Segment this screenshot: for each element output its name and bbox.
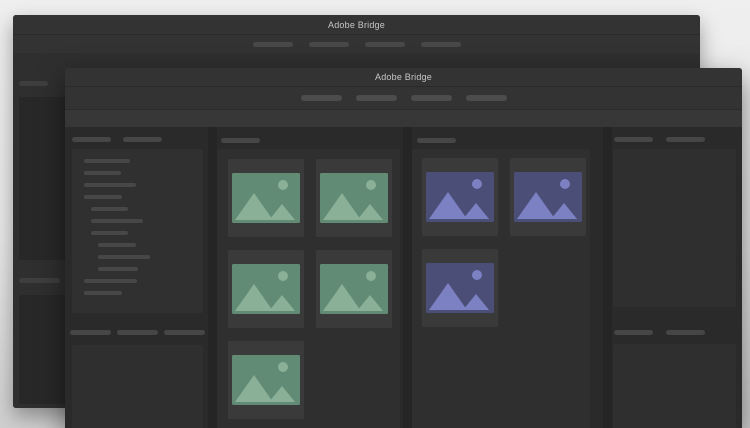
- image-placeholder-icon: [232, 355, 300, 405]
- thumbnail-card[interactable]: [422, 158, 498, 236]
- placeholder-pill[interactable]: [410, 95, 452, 101]
- right-top-panel: [613, 149, 736, 307]
- placeholder-pill[interactable]: [355, 95, 397, 101]
- front-window-title: Adobe Bridge: [375, 72, 432, 82]
- thumbnail-card[interactable]: [422, 249, 498, 327]
- folder-tree-item[interactable]: [98, 243, 136, 247]
- thumbnail-card[interactable]: [228, 250, 304, 328]
- thumbnail-card[interactable]: [228, 341, 304, 419]
- folder-tree-item[interactable]: [91, 231, 128, 235]
- placeholder-pill[interactable]: [420, 41, 461, 47]
- folder-tree-item[interactable]: [84, 279, 137, 283]
- left-bottom-panel: [72, 345, 203, 428]
- right-panel-tabs: [614, 137, 705, 142]
- thumbnail-grid-panel-purple: [412, 149, 590, 428]
- back-window-titlebar[interactable]: Adobe Bridge: [13, 15, 700, 35]
- placeholder-pill[interactable]: [164, 330, 205, 335]
- folder-tree-item[interactable]: [98, 255, 150, 259]
- thumbnail-card[interactable]: [316, 250, 392, 328]
- folder-tree-item[interactable]: [91, 219, 143, 223]
- folder-tree-panel: [72, 149, 203, 313]
- panel-divider[interactable]: [403, 127, 412, 428]
- desktop-background: { "back_window": { "title": "Adobe Bridg…: [0, 0, 750, 428]
- image-placeholder-icon: [320, 264, 388, 314]
- content-panel-tab: [221, 138, 260, 143]
- placeholder-pill[interactable]: [117, 330, 158, 335]
- placeholder-pill[interactable]: [300, 95, 342, 101]
- placeholder-pill[interactable]: [123, 137, 162, 142]
- folder-tree-item[interactable]: [98, 267, 138, 271]
- placeholder-pill[interactable]: [666, 330, 705, 335]
- folder-tree-item[interactable]: [84, 183, 136, 187]
- placeholder-pill[interactable]: [364, 41, 405, 47]
- back-sidebar-tab-placeholder[interactable]: [19, 278, 60, 283]
- front-toolbar-placeholders: [300, 95, 507, 101]
- front-window-toolbar: [65, 87, 742, 110]
- folder-tree-item[interactable]: [91, 207, 128, 211]
- placeholder-pill[interactable]: [221, 138, 260, 143]
- placeholder-pill[interactable]: [308, 41, 349, 47]
- folder-tree-item[interactable]: [84, 171, 121, 175]
- left-panel-bottom-tabs: [70, 330, 205, 335]
- folder-tree-item[interactable]: [84, 291, 122, 295]
- image-placeholder-icon: [426, 172, 494, 222]
- front-window-titlebar[interactable]: Adobe Bridge: [65, 68, 742, 87]
- front-window-content: [65, 127, 742, 428]
- folder-tree-item[interactable]: [84, 159, 130, 163]
- placeholder-pill[interactable]: [666, 137, 705, 142]
- preview-panel-tab: [417, 138, 456, 143]
- thumbnail-card[interactable]: [316, 159, 392, 237]
- back-toolbar-placeholders: [252, 41, 461, 47]
- placeholder-pill[interactable]: [72, 137, 111, 142]
- placeholder-pill[interactable]: [417, 138, 456, 143]
- back-window-title: Adobe Bridge: [328, 19, 385, 30]
- front-window: Adobe Bridge: [65, 68, 742, 428]
- right-bottom-panel: [613, 344, 736, 428]
- image-placeholder-icon: [426, 263, 494, 313]
- thumbnail-grid: [217, 149, 400, 419]
- panel-divider[interactable]: [603, 127, 612, 428]
- folder-tree-item[interactable]: [84, 195, 122, 199]
- image-placeholder-icon: [232, 264, 300, 314]
- thumbnail-grid-panel-green: [217, 149, 400, 428]
- placeholder-pill[interactable]: [252, 41, 293, 47]
- placeholder-pill[interactable]: [614, 330, 653, 335]
- placeholder-pill[interactable]: [614, 137, 653, 142]
- thumbnail-grid: [412, 149, 590, 327]
- panel-divider[interactable]: [208, 127, 217, 428]
- front-window-pathbar: [65, 110, 742, 127]
- back-window-toolbar: [13, 35, 700, 54]
- placeholder-pill[interactable]: [465, 95, 507, 101]
- thumbnail-card[interactable]: [510, 158, 586, 236]
- left-panel-tabs: [72, 137, 162, 142]
- image-placeholder-icon: [514, 172, 582, 222]
- image-placeholder-icon: [232, 173, 300, 223]
- back-sidebar-tab-placeholder[interactable]: [19, 81, 48, 86]
- placeholder-pill[interactable]: [70, 330, 111, 335]
- right-panel-bottom-tabs: [614, 330, 705, 335]
- thumbnail-card[interactable]: [228, 159, 304, 237]
- image-placeholder-icon: [320, 173, 388, 223]
